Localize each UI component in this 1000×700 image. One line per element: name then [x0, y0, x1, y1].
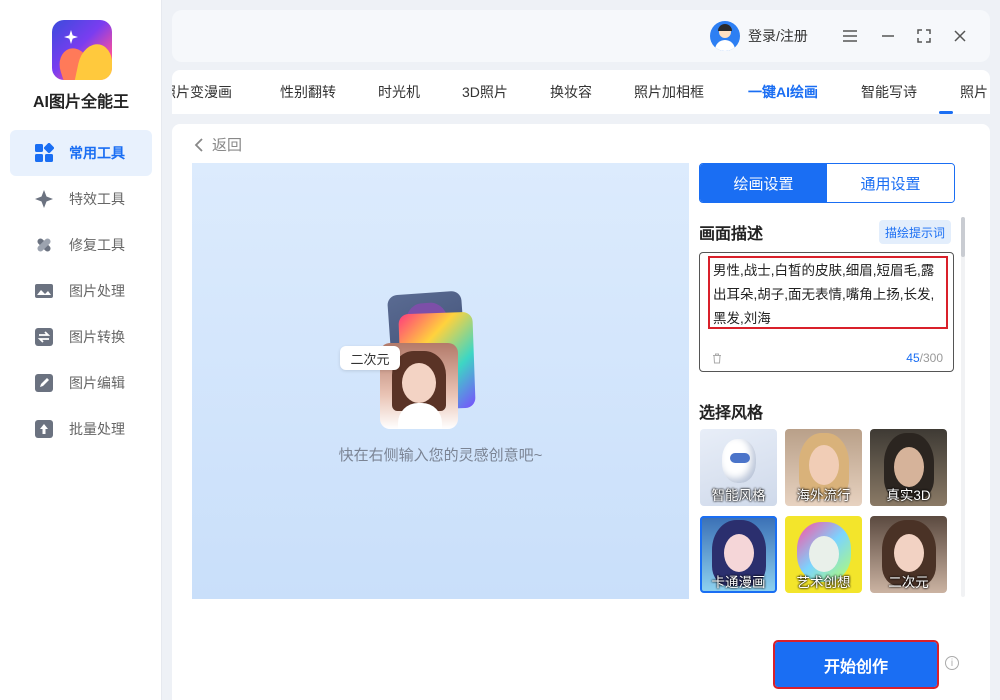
feature-tabs: 照片变漫画 性别翻转 时光机 3D照片 换妆容 照片加相框 一键AI绘画 智能写…: [172, 70, 990, 114]
convert-icon: [34, 327, 54, 347]
sparkle-icon: [34, 189, 54, 209]
close-icon[interactable]: [949, 25, 971, 47]
char-counter: 45/300: [906, 351, 943, 365]
menu-icon[interactable]: [839, 25, 861, 47]
preview-hint: 快在右侧输入您的灵感创意吧~: [338, 447, 543, 464]
active-tab-indicator: [939, 111, 953, 114]
sidebar-item-label: 图片转换: [69, 329, 125, 345]
prompt-hint-button[interactable]: 描绘提示词: [879, 220, 951, 244]
grid-icon: [34, 143, 54, 163]
back-button[interactable]: 返回: [194, 134, 242, 155]
trash-icon[interactable]: [712, 351, 722, 369]
chevron-left-icon: [194, 137, 204, 152]
sidebar: AI图片全能王 常用工具 特效工具 修复工具 图片处理 图片转换 图片编辑 批量…: [0, 0, 162, 700]
tab-ai-painting[interactable]: 一键AI绘画: [748, 82, 818, 102]
char-max: /300: [919, 351, 943, 365]
style-label: 真实3D: [886, 488, 931, 503]
style-label: 二次元: [888, 575, 929, 590]
upload-icon: [34, 419, 54, 439]
sidebar-item-label: 常用工具: [69, 145, 125, 161]
tab-time-machine[interactable]: 时光机: [378, 82, 420, 102]
style-anime[interactable]: 二次元: [870, 516, 947, 593]
style-real-3d[interactable]: 真实3D: [870, 429, 947, 506]
panel-scrollbar[interactable]: [961, 217, 965, 597]
tab-3d-photo[interactable]: 3D照片: [462, 82, 508, 102]
main-content: 返回 二次元 快在右侧输入您的灵感创意吧~ 绘画设置 通用设置 画面描述 描绘提…: [172, 124, 990, 700]
tab-gender-swap[interactable]: 性别翻转: [280, 82, 336, 102]
sidebar-item-image-convert[interactable]: 图片转换: [10, 314, 152, 360]
app-logo: [52, 20, 112, 80]
minimize-icon[interactable]: [877, 25, 899, 47]
image-icon: [34, 281, 54, 301]
tab-photo-frame[interactable]: 照片加相框: [634, 82, 704, 102]
style-label: 智能风格: [711, 488, 766, 503]
sidebar-item-label: 特效工具: [69, 191, 125, 207]
sidebar-item-image-processing[interactable]: 图片处理: [10, 268, 152, 314]
bandage-icon: [34, 235, 54, 255]
login-button[interactable]: 登录/注册: [710, 21, 808, 51]
app-name: AI图片全能王: [32, 94, 129, 111]
back-label: 返回: [212, 137, 243, 154]
style-overseas[interactable]: 海外流行: [785, 429, 862, 506]
sidebar-item-batch[interactable]: 批量处理: [10, 406, 152, 452]
settings-panel: 绘画设置 通用设置 画面描述 描绘提示词 男性,战士,白皙的皮肤,细眉,短眉毛,…: [699, 163, 957, 599]
sidebar-item-label: 图片处理: [69, 283, 125, 299]
style-chip: 二次元: [340, 346, 400, 370]
style-cartoon[interactable]: 卡通漫画: [700, 516, 777, 593]
sidebar-item-label: 图片编辑: [69, 375, 125, 391]
sidebar-item-repair[interactable]: 修复工具: [10, 222, 152, 268]
title-bar: 登录/注册: [172, 10, 990, 62]
sidebar-item-label: 修复工具: [69, 237, 125, 253]
sidebar-item-label: 批量处理: [69, 421, 125, 437]
tab-drawing-settings[interactable]: 绘画设置: [700, 164, 827, 202]
start-create-button[interactable]: 开始创作: [773, 640, 939, 689]
description-text[interactable]: 男性,战士,白皙的皮肤,细眉,短眉毛,露出耳朵,胡子,面无表情,嘴角上扬,长发,…: [708, 256, 948, 329]
tab-poem[interactable]: 智能写诗: [861, 82, 917, 102]
edit-icon: [34, 373, 54, 393]
style-label: 艺术创想: [796, 575, 851, 590]
tab-cartoon[interactable]: 照片变漫画: [172, 82, 232, 102]
style-art[interactable]: 艺术创想: [785, 516, 862, 593]
description-title: 画面描述: [699, 226, 764, 243]
tab-photo-more[interactable]: 照片: [960, 82, 988, 102]
preview-area: 二次元 快在右侧输入您的灵感创意吧~: [192, 163, 689, 599]
info-icon[interactable]: i: [945, 656, 959, 670]
sidebar-item-effects[interactable]: 特效工具: [10, 176, 152, 222]
style-smart[interactable]: 智能风格: [700, 429, 777, 506]
style-title: 选择风格: [699, 405, 764, 422]
tab-general-settings[interactable]: 通用设置: [827, 164, 954, 202]
avatar: [710, 21, 740, 51]
sidebar-item-image-edit[interactable]: 图片编辑: [10, 360, 152, 406]
tab-makeup[interactable]: 换妆容: [550, 82, 592, 102]
scrollbar-thumb[interactable]: [961, 217, 965, 257]
char-count: 45: [906, 351, 920, 365]
style-label: 海外流行: [796, 488, 851, 503]
style-label: 卡通漫画: [711, 575, 766, 590]
settings-tabs: 绘画设置 通用设置: [699, 163, 955, 203]
sidebar-item-common-tools[interactable]: 常用工具: [10, 130, 152, 176]
description-textarea[interactable]: 男性,战士,白皙的皮肤,细眉,短眉毛,露出耳朵,胡子,面无表情,嘴角上扬,长发,…: [699, 252, 954, 372]
login-label: 登录/注册: [748, 28, 808, 44]
maximize-icon[interactable]: [913, 25, 935, 47]
sidebar-nav: 常用工具 特效工具 修复工具 图片处理 图片转换 图片编辑 批量处理: [10, 130, 152, 452]
